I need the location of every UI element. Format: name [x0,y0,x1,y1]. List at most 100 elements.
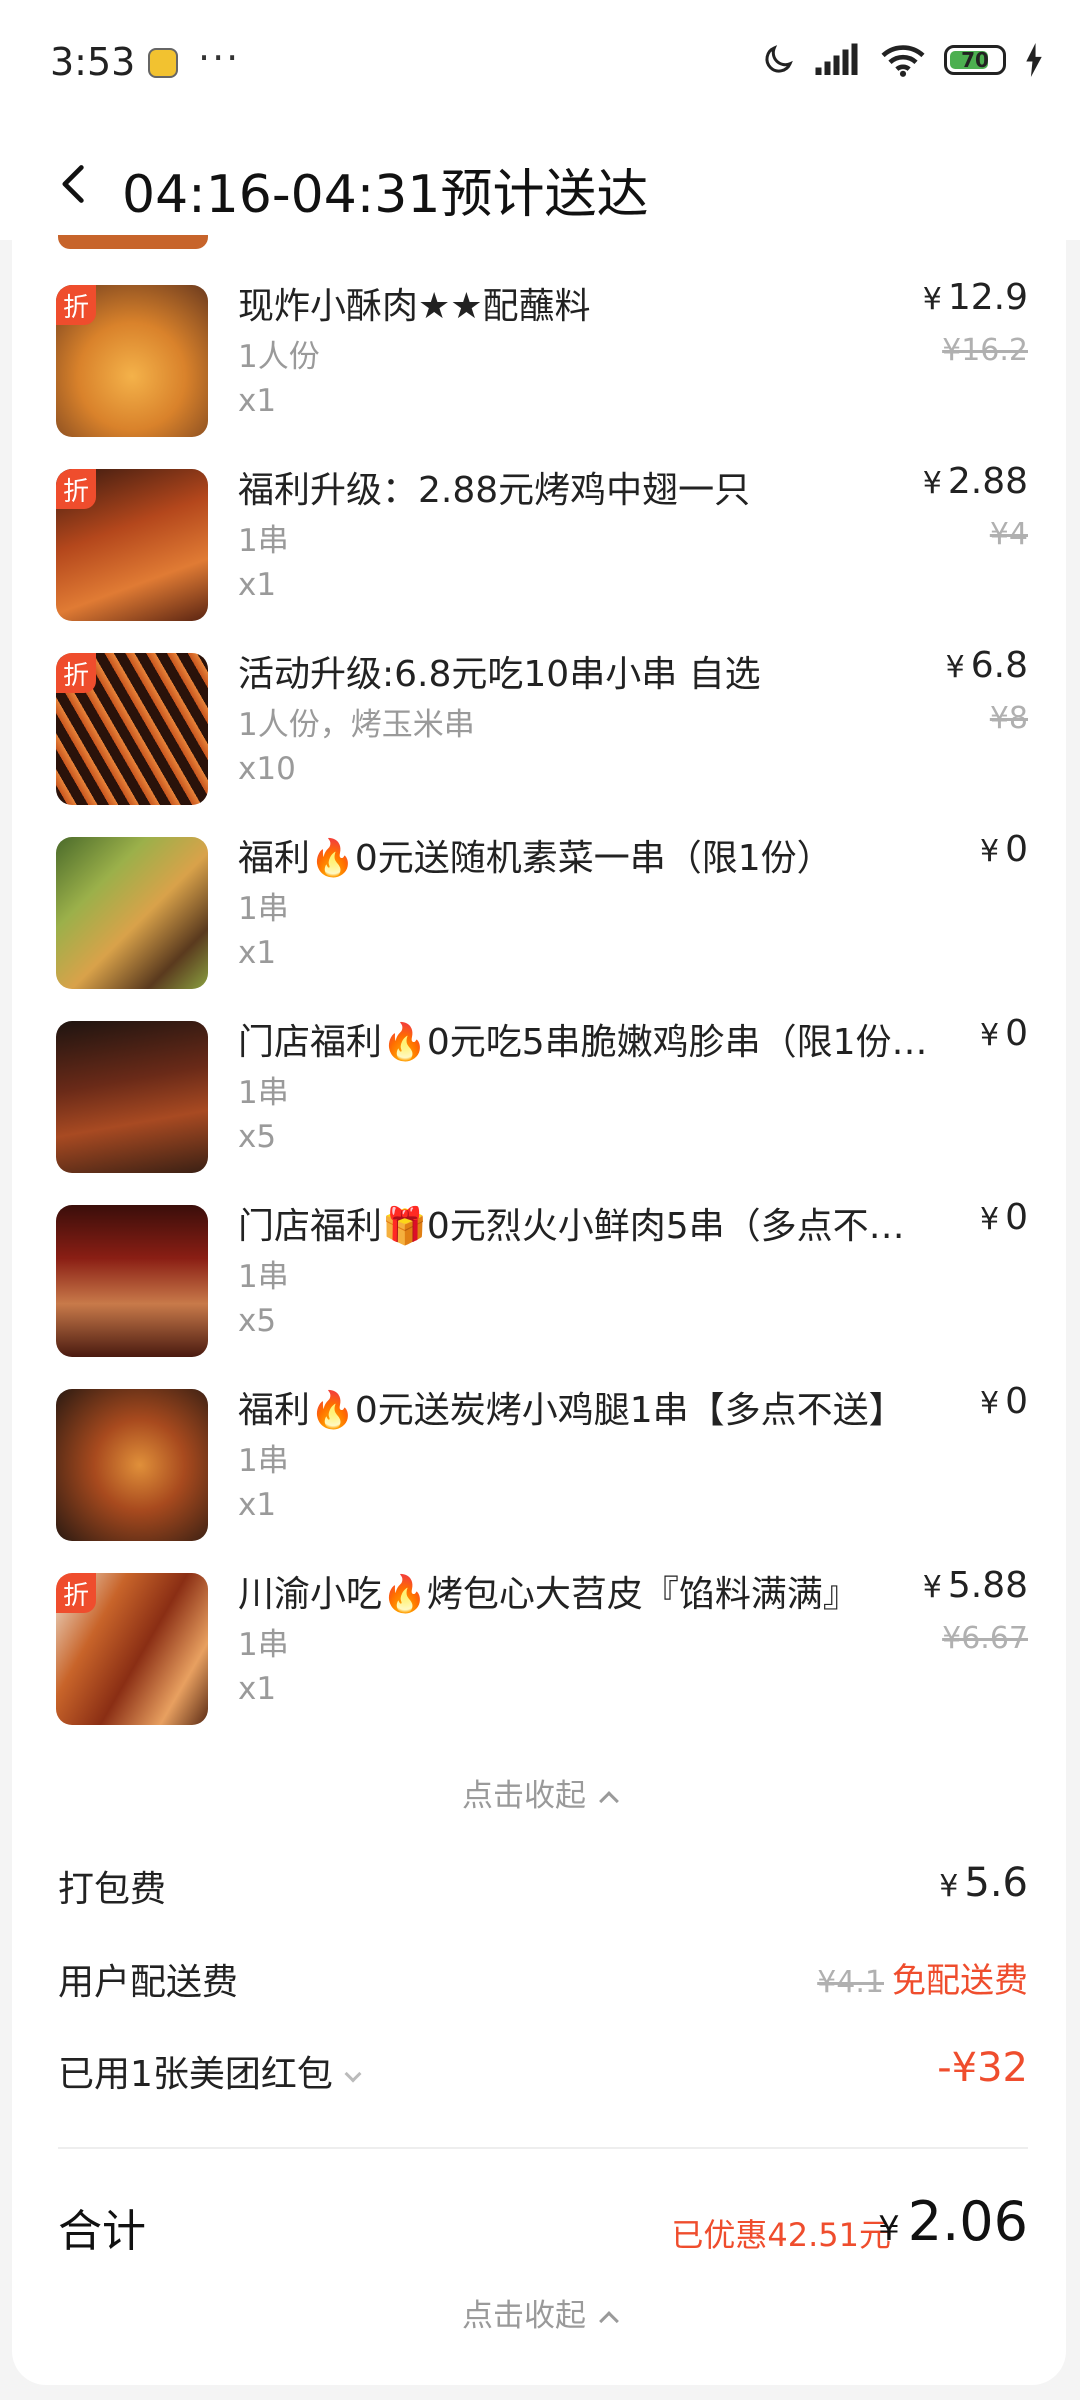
item-spec: 1人份 [238,339,320,375]
item-spec: 1串 [238,523,289,559]
discount-badge: 折 [56,285,96,325]
currency-symbol: ¥ [939,1869,959,1904]
free-delivery-tag: 免配送费 [892,1961,1028,2001]
list-item[interactable]: 福利🔥0元送炭烤小鸡腿1串【多点不送】 1串 x1 ¥0 [12,1381,1066,1573]
chevron-up-icon [599,1791,619,1811]
currency-symbol: ¥ [922,1570,942,1605]
battery-icon: 70 [944,45,1006,75]
delivery-fee-label: 用户配送费 [58,1962,239,2003]
list-item[interactable]: 折 川渝小吃🔥烤包心大苕皮『馅料满满』 1串 x1 ¥5.88 ¥6.67 [12,1565,1066,1757]
item-price: ¥0 [980,1013,1028,1054]
back-arrow-icon[interactable] [52,162,96,206]
item-name: 福利升级：2.88元烤鸡中翅一只 [238,470,751,511]
list-item[interactable]: 门店福利🔥0元吃5串脆嫩鸡胗串（限1份… 1串 x5 ¥0 [12,1013,1066,1205]
coupon-discount-value: -¥32 [937,2045,1028,2091]
item-name: 门店福利🔥0元吃5串脆嫩鸡胗串（限1份… [238,1022,928,1063]
currency-symbol: ¥ [922,282,942,317]
coupon-label[interactable]: 已用1张美团红包 [58,2045,362,2097]
chevron-down-icon [344,2065,362,2083]
coupon-row[interactable]: 已用1张美团红包 -¥32 [58,2045,1028,2105]
item-quantity: x1 [238,1671,277,1707]
item-spec: 1串 [238,1259,289,1295]
item-name: 活动升级:6.8元吃10串小串 自选 [238,654,761,695]
item-original-price: ¥8 [989,701,1028,736]
item-price-value: 0 [1005,1381,1028,1422]
list-item[interactable]: 折 现炸小酥肉★★配蘸料 1人份 x1 ¥12.9 ¥16.2 [12,277,1066,469]
item-name: 福利🔥0元送炭烤小鸡腿1串【多点不送】 [238,1390,905,1431]
packing-fee-label: 打包费 [58,1869,167,1910]
item-spec: 1人份，烤玉米串 [238,707,475,743]
dish-thumbnail [56,1205,208,1357]
system-icons: 70 [760,40,1044,80]
discount-badge: 折 [56,1573,96,1613]
item-price-value: 0 [1005,1013,1028,1054]
item-quantity: x1 [238,935,277,971]
status-bar: 3:53 ··· 70 [0,0,1080,130]
dish-thumbnail [56,1389,208,1541]
order-detail-card: 折 现炸小酥肉★★配蘸料 1人份 x1 ¥12.9 ¥16.2 折 福利升级：2… [12,235,1066,2385]
currency-symbol: ¥ [878,2209,900,2249]
packing-fee-amount: 5.6 [964,1860,1028,1906]
currency-symbol: ¥ [922,466,942,501]
currency-symbol: ¥ [945,650,965,685]
item-price-value: 2.88 [947,461,1028,502]
currency-symbol: ¥ [980,1386,1000,1421]
list-item[interactable]: 折 福利升级：2.88元烤鸡中翅一只 1串 x1 ¥2.88 ¥4 [12,461,1066,653]
item-original-price: ¥16.2 [942,333,1028,368]
item-quantity: x5 [238,1303,277,1339]
item-price: ¥0 [980,829,1028,870]
item-price: ¥5.88 [923,1565,1028,1606]
chevron-up-icon [599,2311,619,2331]
currency-symbol: ¥ [980,834,1000,869]
item-quantity: x1 [238,1487,277,1523]
collapse-items-button[interactable]: 点击收起 [12,1770,1066,1815]
item-name: 福利🔥0元送随机素菜一串（限1份） [238,838,833,879]
discount-badge: 折 [56,469,96,509]
dish-thumbnail [56,837,208,989]
item-price: ¥0 [980,1197,1028,1238]
item-quantity: x10 [238,751,296,787]
list-item[interactable]: 门店福利🎁0元烈火小鲜肉5串（多点不… 1串 x5 ¥0 [12,1197,1066,1389]
currency-symbol: ¥ [980,1202,1000,1237]
item-spec: 1串 [238,1075,289,1111]
dish-thumbnail: 折 [56,285,208,437]
list-item[interactable]: 福利🔥0元送随机素菜一串（限1份） 1串 x1 ¥0 [12,829,1066,1021]
item-original-price: ¥4 [989,517,1028,552]
more-notifications-icon: ··· [198,36,241,80]
item-price-value: 12.9 [947,277,1028,318]
list-item[interactable]: 折 活动升级:6.8元吃10串小串 自选 1人份，烤玉米串 x10 ¥6.8 ¥… [12,645,1066,837]
dish-thumbnail: 折 [56,1573,208,1725]
item-price-value: 0 [1005,1197,1028,1238]
collapse-summary-button[interactable]: 点击收起 [12,2290,1066,2335]
delivery-fee-value: ¥4.1 免配送费 [817,1953,1028,2002]
delivery-fee-original: ¥4.1 [817,1965,884,2000]
packing-fee-value: ¥5.6 [939,1860,1028,1906]
previous-item-thumbnail [58,235,208,249]
item-spec: 1串 [238,891,289,927]
item-price: ¥0 [980,1381,1028,1422]
item-price-value: 5.88 [947,1565,1028,1606]
header: 04:16-04:31预计送达 [0,130,1080,240]
item-original-price: ¥6.67 [942,1621,1028,1656]
wifi-icon [881,45,925,77]
status-time: 3:53 [50,40,136,84]
collapse-label: 点击收起 [462,1778,586,1814]
item-price: ¥12.9 [923,277,1028,318]
dish-thumbnail: 折 [56,653,208,805]
item-spec: 1串 [238,1627,289,1663]
item-name: 门店福利🎁0元烈火小鲜肉5串（多点不… [238,1206,905,1247]
item-price: ¥2.88 [923,461,1028,502]
item-name: 川渝小吃🔥烤包心大苕皮『馅料满满』 [238,1574,859,1615]
moon-icon [765,45,793,73]
delivery-fee-row: 用户配送费 ¥4.1 免配送费 [58,1953,1028,2013]
collapse-label: 点击收起 [462,2298,586,2334]
item-quantity: x5 [238,1119,277,1155]
item-price: ¥6.8 [946,645,1028,686]
item-quantity: x1 [238,567,277,603]
notification-app-icon [148,48,178,78]
total-label: 合计 [58,2206,146,2257]
dish-thumbnail: 折 [56,469,208,621]
delivery-time-title: 04:16-04:31预计送达 [122,165,649,225]
item-price-value: 6.8 [970,645,1028,686]
signal-icon [815,43,858,75]
